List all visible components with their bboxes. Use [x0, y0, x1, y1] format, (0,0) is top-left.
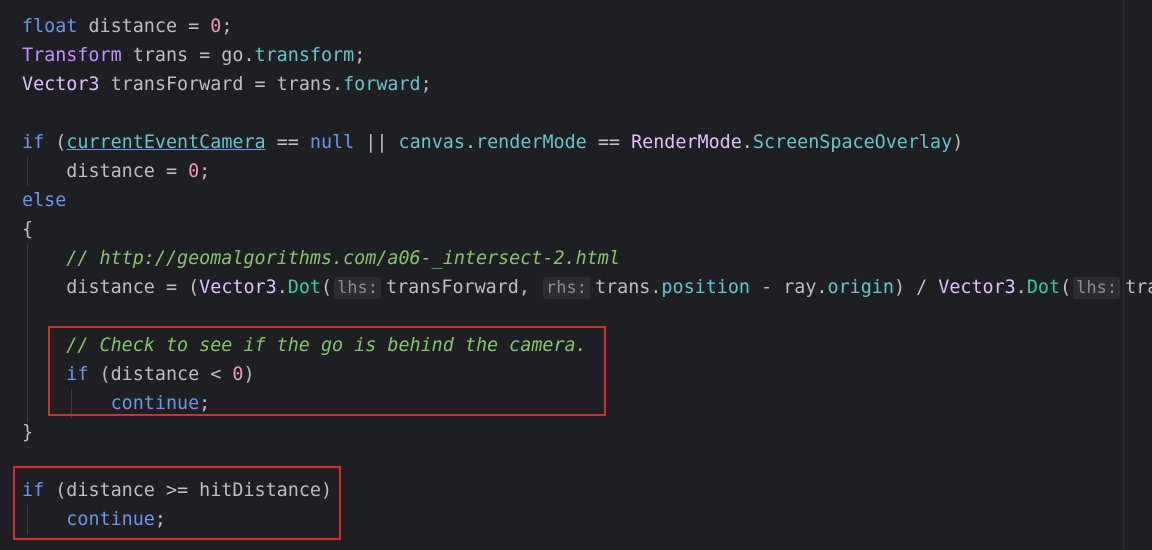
number-literal: 0	[210, 16, 222, 37]
type-transform: Transform	[22, 45, 122, 66]
dot: .	[1015, 277, 1027, 298]
close-brace: }	[22, 422, 34, 443]
property-transform: transform	[254, 45, 355, 66]
highlight-box-hit-distance	[13, 466, 341, 540]
code-text: distance =	[66, 161, 189, 182]
code-text: trans.	[594, 277, 662, 298]
parameter-hint-lhs: lhs:	[334, 277, 382, 299]
code-text: distance =	[77, 16, 211, 37]
code-line-7[interactable]: else	[22, 186, 66, 215]
parameter-hint-lhs: lhs:	[1073, 277, 1121, 299]
open-brace: {	[22, 219, 34, 240]
type-vector3: Vector3	[22, 74, 100, 95]
code-line-5[interactable]: if (currentEventCamera == null || canvas…	[22, 128, 963, 157]
code-text: ) /	[893, 277, 939, 298]
semicolon: ;	[354, 45, 366, 66]
property-forward: forward	[343, 74, 421, 95]
type-vector3: Vector3	[199, 277, 277, 298]
code-editor[interactable]: float distance = 0; Transform trans = go…	[0, 0, 1152, 550]
keyword-if: if	[22, 132, 45, 153]
code-text: transForward = trans.	[99, 74, 344, 95]
type-vector3: Vector3	[938, 277, 1016, 298]
highlight-box-behind-camera	[48, 326, 606, 416]
paren: (	[320, 277, 333, 298]
parameter-hint-rhs: rhs:	[543, 277, 590, 299]
enum-screen-space-overlay: ScreenSpaceOverlay	[752, 132, 953, 153]
semicolon: ;	[199, 161, 211, 182]
comment-url: // http://geomalgorithms.com/a06-_inters…	[66, 248, 620, 269]
property-origin: origin	[827, 277, 894, 298]
operator: ||	[354, 132, 399, 153]
dot: .	[741, 132, 753, 153]
code-line-1[interactable]: float distance = 0;	[22, 12, 232, 41]
code-line-15[interactable]: }	[22, 418, 33, 447]
paren: (	[1060, 277, 1072, 298]
keyword-null: null	[309, 132, 355, 153]
semicolon: ;	[420, 74, 432, 95]
property-render-mode: renderMode	[476, 132, 587, 153]
code-text: transF	[1125, 277, 1152, 298]
dot: .	[464, 132, 477, 153]
type-render-mode: RenderMode	[631, 132, 742, 153]
method-dot: Dot	[1026, 277, 1061, 298]
number-literal: 0	[188, 161, 200, 182]
field-current-event-camera[interactable]: currentEventCamera	[66, 132, 265, 153]
dot: .	[276, 277, 288, 298]
property-position: position	[661, 277, 750, 298]
semicolon: ;	[221, 16, 233, 37]
code-text: trans = go.	[121, 45, 255, 66]
paren: )	[952, 132, 964, 153]
code-text: - ray.	[750, 277, 828, 298]
operator: ==	[586, 132, 632, 153]
operator: ==	[265, 132, 310, 153]
code-line-2[interactable]: Transform trans = go.transform;	[22, 41, 365, 70]
code-line-10[interactable]: distance = (Vector3.Dot(lhs: transForward…	[22, 273, 1152, 302]
code-line-9[interactable]: // http://geomalgorithms.com/a06-_inters…	[22, 244, 620, 273]
keyword-float: float	[22, 16, 78, 37]
code-line-3[interactable]: Vector3 transForward = trans.forward;	[22, 70, 432, 99]
field-canvas: canvas	[398, 132, 465, 153]
code-line-8[interactable]: {	[22, 215, 33, 244]
code-line-6[interactable]: distance = 0;	[22, 157, 210, 186]
keyword-else: else	[22, 190, 67, 211]
code-text: distance = (	[66, 277, 200, 298]
code-text: transForward,	[386, 277, 542, 298]
code-text: (	[44, 132, 67, 153]
method-dot: Dot	[287, 277, 321, 298]
